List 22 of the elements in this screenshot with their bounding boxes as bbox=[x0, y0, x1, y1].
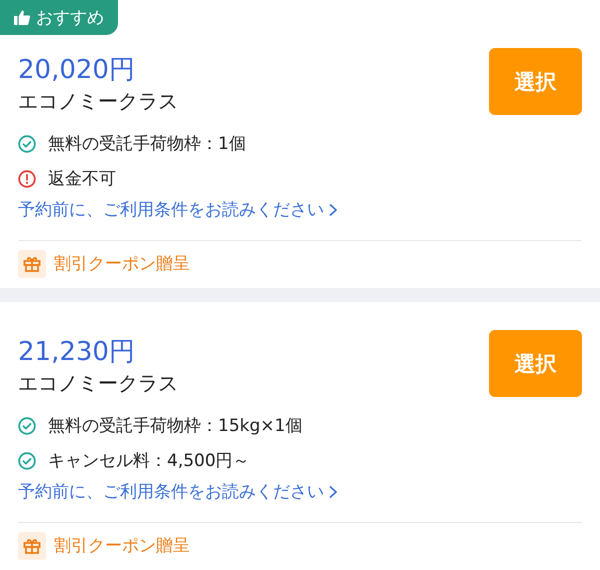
check-circle-icon bbox=[18, 416, 36, 434]
recommended-badge: おすすめ bbox=[0, 0, 118, 35]
feature-text: 無料の受託手荷物枠：1個 bbox=[48, 133, 246, 155]
check-circle-icon bbox=[18, 134, 36, 152]
gift-icon bbox=[18, 532, 46, 560]
feature-text: 無料の受託手荷物枠：15kg×1個 bbox=[48, 415, 302, 437]
gift-icon bbox=[18, 250, 46, 278]
feature-text: キャンセル料：4,500円～ bbox=[48, 450, 250, 472]
terms-link[interactable]: 予約前に、ご利用条件をお読みください bbox=[18, 478, 338, 506]
price: 21,230円 bbox=[18, 336, 136, 368]
check-circle-icon bbox=[18, 452, 36, 470]
thumbs-up-icon bbox=[14, 10, 30, 25]
price: 20,020円 bbox=[18, 54, 136, 86]
coupon-text: 割引クーポン贈呈 bbox=[54, 254, 190, 274]
terms-link[interactable]: 予約前に、ご利用条件をお読みください bbox=[18, 196, 338, 224]
fare-class: エコノミークラス bbox=[18, 88, 179, 115]
fare-class: エコノミークラス bbox=[18, 370, 179, 397]
coupon-text: 割引クーポン贈呈 bbox=[54, 536, 190, 556]
feature-text: 返金不可 bbox=[48, 168, 116, 190]
chevron-right-icon bbox=[328, 485, 338, 499]
exclamation-circle-icon bbox=[18, 170, 36, 188]
chevron-right-icon bbox=[328, 203, 338, 217]
